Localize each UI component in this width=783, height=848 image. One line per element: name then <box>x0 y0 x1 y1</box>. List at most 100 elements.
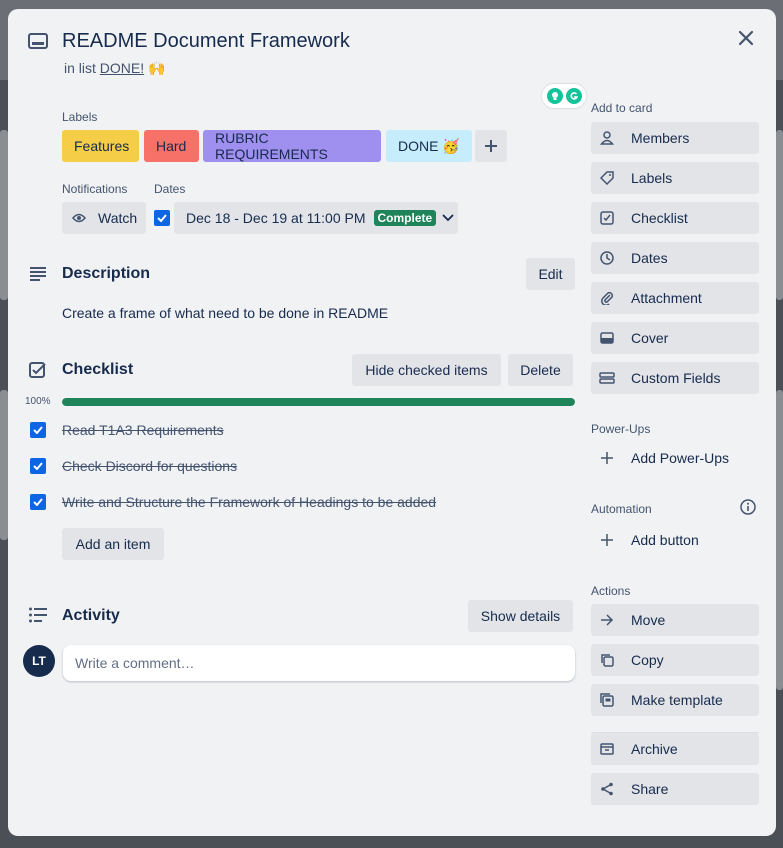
checklist-item[interactable]: Check Discord for questions <box>30 458 237 474</box>
custom-fields-icon <box>599 372 615 384</box>
watch-button[interactable]: Watch <box>62 202 146 234</box>
lightbulb-icon[interactable] <box>546 88 563 104</box>
plus-icon <box>599 452 615 464</box>
checklist-item-text[interactable]: Check Discord for questions <box>62 458 237 474</box>
plus-icon <box>599 534 615 546</box>
checklist-progress-bar <box>62 398 575 406</box>
person-icon <box>599 131 615 145</box>
archive-button[interactable]: Archive <box>591 733 759 765</box>
comment-input[interactable]: Write a comment… <box>63 645 575 681</box>
checklist-item-text[interactable]: Read T1A3 Requirements <box>62 422 224 438</box>
card-cover-icon <box>599 332 615 344</box>
dates-button[interactable]: Dec 18 - Dec 19 at 11:00 PM Complete <box>174 202 458 234</box>
delete-checklist-button[interactable]: Delete <box>508 354 573 386</box>
share-button[interactable]: Share <box>591 773 759 805</box>
hide-checked-button[interactable]: Hide checked items <box>352 354 501 386</box>
checklist-icon <box>28 361 48 381</box>
dates-complete-checkbox[interactable] <box>154 210 170 226</box>
grammarly-icon[interactable] <box>565 88 582 104</box>
labels-heading: Labels <box>62 110 98 124</box>
checklist-icon <box>599 211 615 225</box>
complete-badge: Complete <box>373 210 437 226</box>
close-icon[interactable] <box>731 23 761 53</box>
dates-label: Dates <box>631 250 668 266</box>
in-list-prefix: in list <box>64 60 96 76</box>
watch-label: Watch <box>98 210 138 226</box>
grammarly-widget[interactable] <box>542 84 586 108</box>
share-icon <box>599 782 615 796</box>
automation-heading: Automation <box>591 502 652 516</box>
show-details-button[interactable]: Show details <box>468 600 573 632</box>
add-item-button[interactable]: Add an item <box>62 528 164 560</box>
checklist-button[interactable]: Checklist <box>591 202 759 234</box>
card-detail-modal: README Document Framework in list DONE! … <box>8 9 776 836</box>
activity-icon <box>28 607 48 623</box>
notifications-heading: Notifications <box>62 182 128 196</box>
description-icon <box>28 266 48 282</box>
arrow-right-icon <box>599 614 615 626</box>
copy-button[interactable]: Copy <box>591 644 759 676</box>
move-button[interactable]: Move <box>591 604 759 636</box>
paperclip-icon <box>599 291 615 305</box>
move-label: Move <box>631 612 666 628</box>
members-label: Members <box>631 130 690 146</box>
background-card <box>776 390 783 690</box>
custom-fields-label: Custom Fields <box>631 370 721 386</box>
tag-icon <box>599 171 615 185</box>
dates-heading: Dates <box>154 182 186 196</box>
edit-description-button[interactable]: Edit <box>526 258 575 290</box>
checklist-item[interactable]: Read T1A3 Requirements <box>30 422 224 438</box>
labels-label: Labels <box>631 170 673 186</box>
activity-title: Activity <box>62 607 120 624</box>
list-emoji: 🙌 <box>148 60 166 76</box>
archive-label: Archive <box>631 741 678 757</box>
add-button-label: Add button <box>631 532 699 548</box>
attachment-button[interactable]: Attachment <box>591 282 759 314</box>
avatar[interactable]: LT <box>23 645 55 677</box>
background-card <box>776 130 783 300</box>
background-card <box>0 130 8 300</box>
checklist-label: Checklist <box>631 210 688 226</box>
custom-fields-button[interactable]: Custom Fields <box>591 362 759 394</box>
template-icon <box>599 693 615 707</box>
power-ups-heading: Power-Ups <box>591 422 651 436</box>
actions-heading: Actions <box>591 584 631 598</box>
add-label-button[interactable] <box>475 130 507 162</box>
chevron-down-icon <box>442 214 454 222</box>
attachment-label: Attachment <box>631 290 702 306</box>
dates-sidebar-button[interactable]: Dates <box>591 242 759 274</box>
copy-label: Copy <box>631 652 664 668</box>
checklist-progress-fill <box>62 398 575 406</box>
background-card <box>0 390 8 540</box>
label-chip[interactable]: DONE 🥳 <box>386 130 472 162</box>
checklist-item-checkbox[interactable] <box>30 422 46 438</box>
add-power-ups-button[interactable]: Add Power-Ups <box>591 442 759 474</box>
label-chip[interactable]: Features <box>62 130 139 162</box>
description-text[interactable]: Create a frame of what need to be done i… <box>62 305 388 321</box>
card-title[interactable]: README Document Framework <box>62 30 350 53</box>
add-to-card-heading: Add to card <box>591 101 653 115</box>
checklist-item-text[interactable]: Write and Structure the Framework of Hea… <box>62 494 436 510</box>
members-button[interactable]: Members <box>591 122 759 154</box>
checklist-item-checkbox[interactable] <box>30 458 46 474</box>
make-template-button[interactable]: Make template <box>591 684 759 716</box>
clock-icon <box>599 251 615 265</box>
checklist-title: Checklist <box>62 361 134 378</box>
checklist-percent: 100% <box>25 396 51 407</box>
list-link[interactable]: DONE! <box>100 60 144 76</box>
eye-icon <box>72 213 86 223</box>
labels-button[interactable]: Labels <box>591 162 759 194</box>
share-label: Share <box>631 781 669 797</box>
add-button-button[interactable]: Add button <box>591 524 759 556</box>
add-power-ups-label: Add Power-Ups <box>631 450 730 466</box>
checklist-item-checkbox[interactable] <box>30 494 46 510</box>
cover-button[interactable]: Cover <box>591 322 759 354</box>
dates-range: Dec 18 - Dec 19 at 11:00 PM <box>186 210 366 226</box>
label-chip[interactable]: Hard <box>144 130 199 162</box>
plus-icon <box>484 139 498 153</box>
label-chip[interactable]: RUBRIC REQUIREMENTS <box>203 130 381 162</box>
copy-icon <box>599 653 615 667</box>
checklist-item[interactable]: Write and Structure the Framework of Hea… <box>30 494 436 510</box>
info-icon[interactable] <box>740 499 756 515</box>
archive-icon <box>599 743 615 755</box>
